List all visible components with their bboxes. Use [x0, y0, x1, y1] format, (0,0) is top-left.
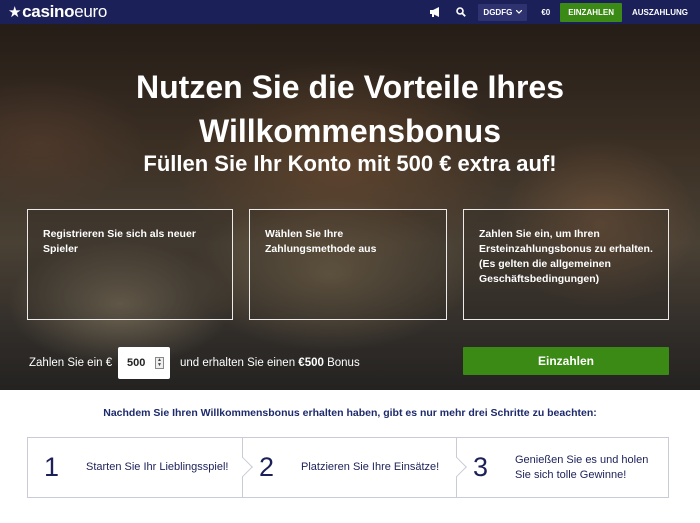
promo-suffix: und erhalten Sie einen €500 Bonus — [180, 357, 360, 369]
hero-step-text: Wählen Sie Ihre Zahlungsmethode aus — [265, 228, 377, 255]
language-selector[interactable]: DGDFG — [478, 3, 528, 21]
withdraw-button[interactable]: AUSZAHLUNG — [632, 8, 688, 17]
next-steps-title: Nachdem Sie Ihren Willkommensbonus erhal… — [103, 407, 597, 419]
hero-step-text: Registrieren Sie sich als neuer Spieler — [43, 228, 196, 255]
step-text: Starten Sie Ihr Lieblingsspiel! — [86, 461, 229, 473]
promo-suffix-start: und erhalten Sie einen — [180, 357, 299, 369]
promo-prefix: Zahlen Sie ein € — [29, 357, 113, 369]
balance-display: €0 — [541, 7, 551, 17]
header-deposit-button[interactable]: EINZAHLEN — [560, 2, 622, 22]
top-navbar: ★ casino euro DGDFG €0 EINZAHLEN AUSZAHLU… — [0, 0, 700, 24]
step-number: 2 — [259, 452, 275, 482]
deposit-promo-row: Zahlen Sie ein € 500 ▲ ▼ und erhalten Si… — [0, 347, 700, 381]
hero-deposit-button[interactable]: Einzahlen — [463, 347, 669, 375]
logo-text-light: euro — [74, 2, 108, 21]
step-text: Genießen Sie es und holen Sie sich tolle… — [515, 453, 649, 481]
hero-step-deposit: Zahlen Sie ein, um Ihren Ersteinzahlungs… — [463, 209, 669, 320]
welcome-bonus-hero: Nutzen Sie die Vorteile Ihres Willkommen… — [0, 24, 700, 390]
deposit-amount-input[interactable]: 500 ▲ ▼ — [118, 347, 170, 379]
search-icon[interactable] — [448, 0, 474, 24]
amount-stepper[interactable]: ▲ ▼ — [155, 357, 164, 369]
step-text: Platzieren Sie Ihre Einsätze! — [301, 461, 440, 473]
promo-suffix-end: Bonus — [323, 357, 360, 369]
hero-step-register: Registrieren Sie sich als neuer Spieler — [27, 209, 233, 320]
step-number: 1 — [44, 452, 60, 482]
promo-bonus-amount: €500 — [298, 357, 324, 369]
top-navbar-actions: DGDFG €0 EINZAHLEN AUSZAHLUNG — [422, 0, 692, 24]
megaphone-icon[interactable] — [422, 0, 448, 24]
hero-subheadline: Füllen Sie Ihr Konto mit 500 € extra auf… — [143, 151, 557, 176]
stepper-down-icon[interactable]: ▼ — [157, 363, 162, 368]
language-label: DGDFG — [483, 7, 513, 17]
chevron-down-icon — [516, 10, 523, 14]
next-step-1: 1 Starten Sie Ihr Lieblingsspiel! — [28, 438, 253, 497]
hero-headline: Nutzen Sie die Vorteile Ihres Willkommen… — [136, 69, 564, 149]
next-step-2: 2 Platzieren Sie Ihre Einsätze! — [242, 438, 467, 497]
hero-step-text: Zahlen Sie ein, um Ihren Ersteinzahlungs… — [479, 228, 653, 285]
next-steps-list: 1 Starten Sie Ihr Lieblingsspiel! 2 Plat… — [27, 437, 669, 498]
star-icon: ★ — [8, 3, 22, 21]
next-step-3: 3 Genießen Sie es und holen Sie sich tol… — [456, 438, 668, 497]
deposit-amount-value: 500 — [127, 357, 146, 369]
casinoeuro-logo[interactable]: ★ casino euro — [8, 2, 107, 22]
hero-step-payment-method: Wählen Sie Ihre Zahlungsmethode aus — [249, 209, 447, 320]
logo-text-bold: casino — [22, 2, 75, 21]
step-number: 3 — [473, 452, 489, 482]
